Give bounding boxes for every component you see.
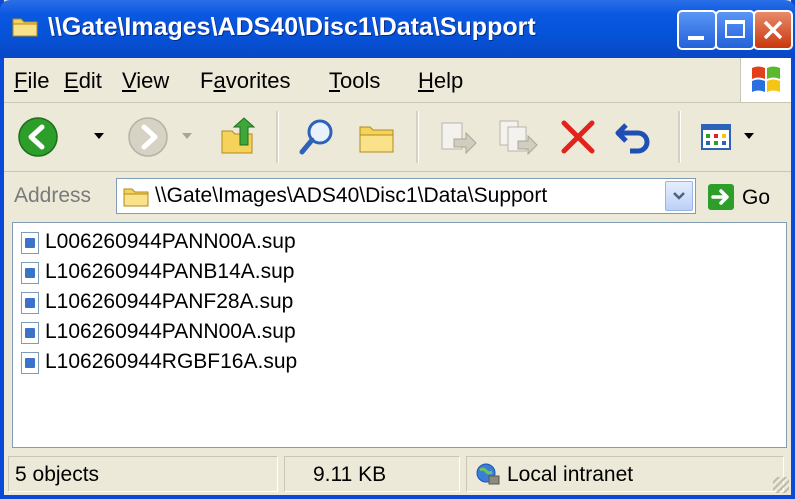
intranet-icon: [476, 463, 500, 485]
menu-help[interactable]: Help: [418, 68, 463, 94]
title-bar[interactable]: \\Gate\Images\ADS40\Disc1\Data\Support: [0, 0, 795, 58]
address-input[interactable]: \\Gate\Images\ADS40\Disc1\Data\Support: [116, 178, 696, 214]
status-zone-cell: Local intranet: [466, 456, 784, 492]
close-icon: [763, 20, 783, 40]
views-icon[interactable]: [696, 115, 740, 159]
menu-bar: File Edit View Favorites Tools Help: [4, 58, 791, 103]
explorer-window: \\Gate\Images\ADS40\Disc1\Data\Support F…: [0, 0, 795, 499]
address-value: \\Gate\Images\ADS40\Disc1\Data\Support: [155, 184, 548, 207]
up-folder-icon[interactable]: [216, 115, 260, 159]
delete-icon[interactable]: [556, 115, 600, 159]
address-bar: Address \\Gate\Images\ADS40\Disc1\Data\S…: [4, 172, 791, 220]
file-name: L106260944PANN00A.sup: [45, 320, 296, 343]
file-icon: [21, 262, 39, 284]
close-button[interactable]: [753, 10, 793, 50]
undo-icon[interactable]: [612, 115, 656, 159]
file-icon: [21, 292, 39, 314]
window-title: \\Gate\Images\ADS40\Disc1\Data\Support: [48, 13, 536, 41]
views-dropdown[interactable]: [744, 133, 754, 139]
resize-grip[interactable]: [773, 477, 789, 493]
copy-to-icon[interactable]: [496, 115, 540, 159]
back-icon[interactable]: [16, 115, 60, 159]
folder-icon: [123, 188, 149, 207]
file-name: L106260944RGBF16A.sup: [45, 350, 298, 373]
go-label: Go: [742, 186, 771, 209]
menu-file[interactable]: File: [14, 68, 49, 94]
file-icon: [21, 352, 39, 374]
file-list[interactable]: L006260944PANN00A.sup L106260944PANB14A.…: [12, 222, 787, 448]
toolbar-separator: [678, 111, 681, 163]
forward-dropdown[interactable]: [182, 133, 192, 139]
status-objects-cell: 5 objects: [8, 456, 278, 492]
windows-logo: [740, 58, 791, 102]
menu-favorites[interactable]: Favorites: [200, 68, 291, 94]
forward-icon[interactable]: [126, 115, 170, 159]
go-arrow-icon: [708, 184, 734, 210]
toolbar-separator: [276, 111, 279, 163]
maximize-button[interactable]: [715, 10, 755, 50]
file-name: L106260944PANB14A.sup: [45, 260, 295, 283]
file-name: L006260944PANN00A.sup: [45, 230, 296, 253]
chevron-down-icon: [673, 192, 685, 200]
go-button[interactable]: Go: [704, 180, 788, 214]
address-dropdown-button[interactable]: [665, 181, 693, 211]
toolbar-separator: [416, 111, 419, 163]
move-to-icon[interactable]: [436, 115, 480, 159]
menu-tools[interactable]: Tools: [329, 68, 380, 94]
status-size: 9.11 KB: [313, 463, 387, 486]
file-icon: [21, 232, 39, 254]
address-label: Address: [14, 184, 92, 207]
status-zone: Local intranet: [507, 463, 634, 486]
status-size-cell: 9.11 KB: [284, 456, 460, 492]
back-dropdown[interactable]: [94, 133, 104, 139]
file-icon: [21, 322, 39, 344]
file-name: L106260944PANF28A.sup: [45, 290, 294, 313]
menu-edit[interactable]: Edit: [64, 68, 102, 94]
menu-view[interactable]: View: [122, 68, 169, 94]
folders-icon[interactable]: [356, 115, 400, 159]
folder-icon: [12, 18, 38, 37]
windows-logo-icon: [752, 66, 780, 92]
search-icon[interactable]: [296, 115, 340, 159]
status-objects: 5 objects: [15, 463, 100, 486]
toolbar: [4, 103, 791, 172]
status-bar: 5 objects 9.11 KB Local intranet: [4, 452, 791, 495]
minimize-button[interactable]: [677, 10, 717, 50]
